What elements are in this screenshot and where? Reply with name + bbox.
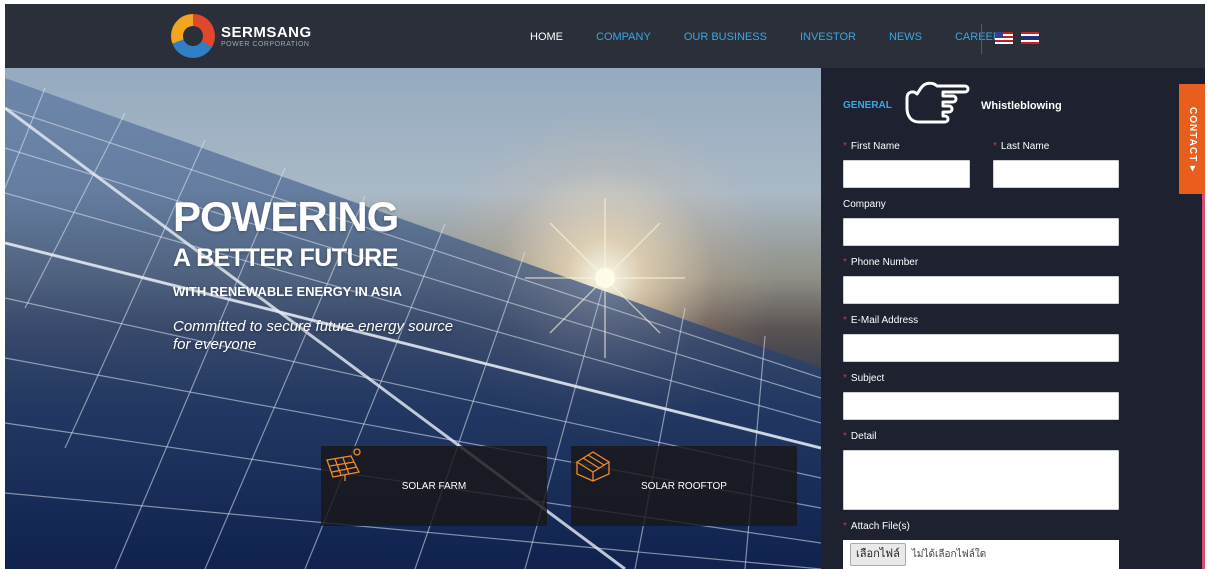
nav-divider — [981, 24, 982, 54]
email-label: * E-Mail Address — [843, 315, 918, 326]
nav-career[interactable]: CAREER — [955, 31, 1001, 43]
first-name-label: * First Name — [843, 141, 900, 152]
first-name-label-text: First Name — [850, 141, 900, 152]
logo-mark-icon — [171, 14, 215, 58]
solar-farm-tile[interactable]: SOLAR FARM — [321, 446, 547, 526]
detail-textarea[interactable] — [843, 450, 1119, 510]
required-mark: * — [843, 373, 847, 384]
nav-our-business[interactable]: OUR BUSINESS — [684, 31, 767, 43]
contact-form-panel: GENERAL Whistleblowing * First Name * Last… — [821, 68, 1205, 569]
company-label: Company — [843, 199, 886, 210]
form-tabs: GENERAL Whistleblowing — [843, 81, 1103, 124]
detail-label-text: Detail — [850, 431, 877, 442]
main-nav: HOME COMPANY OUR BUSINESS INVESTOR NEWS … — [530, 31, 1034, 43]
required-mark: * — [843, 141, 847, 152]
last-name-label: * Last Name — [993, 141, 1049, 152]
required-mark: * — [993, 141, 997, 152]
page-frame: SERMSANG POWER CORPORATION HOME COMPANY … — [5, 4, 1205, 569]
side-accent-bar — [1202, 194, 1205, 569]
logo-text: SERMSANG POWER CORPORATION — [221, 23, 312, 48]
required-mark: * — [843, 521, 847, 532]
solar-rooftop-label: SOLAR ROOFTOP — [641, 480, 727, 492]
nav-investor[interactable]: INVESTOR — [800, 31, 856, 43]
hero-tagline: Committed to secure future energy source… — [173, 318, 454, 353]
language-switcher — [995, 32, 1039, 44]
nav-company[interactable]: COMPANY — [596, 31, 651, 43]
solar-rooftop-icon — [575, 451, 611, 482]
required-mark: * — [843, 257, 847, 268]
subject-input[interactable] — [843, 392, 1119, 420]
solar-farm-icon — [326, 448, 361, 481]
hero-subtitle-2: WITH RENEWABLE ENERGY IN ASIA — [173, 284, 402, 299]
no-file-text: ไม่ได้เลือกไฟล์ใด — [911, 549, 987, 560]
first-name-input[interactable] — [843, 160, 970, 188]
contact-side-tab[interactable]: CONTACT ▸ — [1179, 84, 1205, 194]
hero-banner: POWERING A BETTER FUTURE WITH RENEWABLE … — [5, 68, 821, 569]
tab-general[interactable]: GENERAL — [843, 100, 892, 111]
us-flag-icon[interactable] — [995, 32, 1013, 44]
subject-label: * Subject — [843, 373, 884, 384]
last-name-label-text: Last Name — [1000, 141, 1050, 152]
last-name-input[interactable] — [993, 160, 1119, 188]
th-flag-icon[interactable] — [1021, 32, 1039, 44]
tab-whistleblowing[interactable]: Whistleblowing — [981, 100, 1062, 112]
nav-news[interactable]: NEWS — [889, 31, 922, 43]
logo[interactable]: SERMSANG POWER CORPORATION — [171, 14, 312, 58]
pointing-hand-icon — [905, 81, 970, 124]
site-header: SERMSANG POWER CORPORATION HOME COMPANY … — [5, 4, 1205, 68]
required-mark: * — [843, 431, 847, 442]
brand-tagline: POWER CORPORATION — [221, 40, 310, 48]
brand-name: SERMSANG — [221, 23, 312, 41]
hero-subtitle: A BETTER FUTURE — [173, 244, 398, 272]
detail-label: * Detail — [843, 431, 876, 442]
subject-label-text: Subject — [850, 373, 885, 384]
nav-home[interactable]: HOME — [530, 31, 563, 43]
solar-farm-label: SOLAR FARM — [401, 480, 467, 492]
contact-tab-label: CONTACT ▸ — [1186, 106, 1198, 172]
company-input[interactable] — [843, 218, 1119, 246]
choose-file-button[interactable]: เลือกไฟล์ — [850, 543, 906, 566]
email-label-text: E-Mail Address — [850, 315, 919, 326]
required-mark: * — [843, 315, 847, 326]
email-input[interactable] — [843, 334, 1119, 362]
hero-title: POWERING — [173, 193, 399, 240]
file-input: เลือกไฟล์ ไม่ได้เลือกไฟล์ใด — [843, 540, 1119, 569]
phone-label-text: Phone Number — [850, 257, 919, 268]
solar-rooftop-tile[interactable]: SOLAR ROOFTOP — [571, 446, 797, 526]
phone-label: * Phone Number — [843, 257, 918, 268]
phone-input[interactable] — [843, 276, 1119, 304]
attach-label-text: Attach File(s) — [850, 521, 910, 532]
attach-label: * Attach File(s) — [843, 521, 910, 532]
